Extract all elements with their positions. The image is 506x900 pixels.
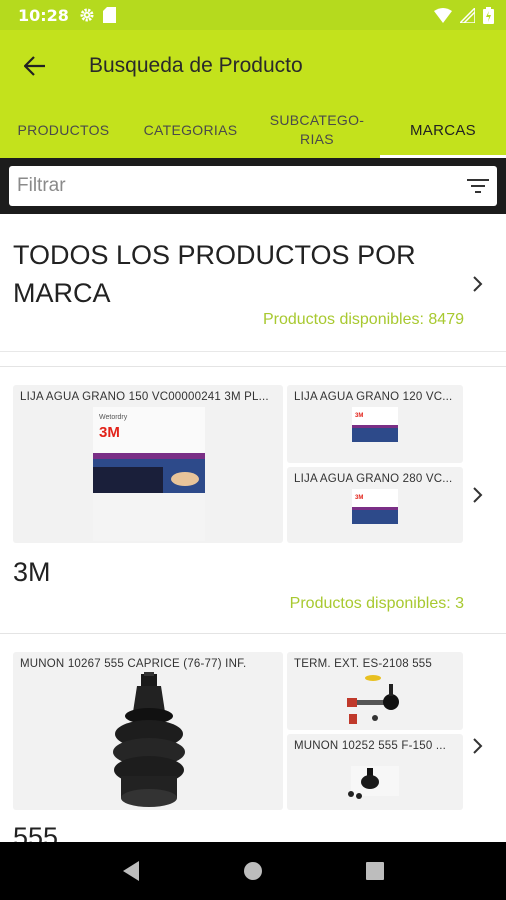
product-image-ball-joint [113, 672, 185, 807]
product-name: MUÑON 10267 555 CAPRICE (76-77) INF. [20, 658, 247, 670]
chevron-right-icon [473, 738, 483, 754]
tab-categorias[interactable]: CATEGORIAS [127, 102, 254, 158]
page-title: Busqueda de Producto [89, 54, 303, 77]
system-nav-bar [0, 842, 506, 900]
gear-icon [80, 8, 94, 22]
battery-icon [483, 6, 494, 24]
nav-home-icon[interactable] [242, 860, 264, 882]
brand-name: 555 [13, 822, 59, 842]
product-image-sandpaper: Wetordry 3M [93, 407, 205, 541]
product-image-tie-rod-end [347, 675, 399, 724]
filter-box [9, 166, 497, 206]
product-tile[interactable]: LIJA AGUA GRANO 150 VC00000241 3M PL... … [13, 385, 283, 543]
back-button[interactable] [0, 30, 70, 102]
chevron-right-icon [473, 487, 483, 503]
wifi-icon [434, 7, 452, 23]
svg-text:3M: 3M [355, 495, 363, 501]
tab-subcategorias[interactable]: SUBCATEGO- RIAS [254, 102, 380, 158]
brand-product-count: Productos disponibles: 3 [289, 595, 464, 612]
app-bar: Busqueda de Producto [0, 30, 506, 102]
product-name: LIJA AGUA GRANO 150 VC00000241 3M PL... [20, 391, 269, 403]
svg-text:3M: 3M [355, 413, 363, 419]
product-tile[interactable]: LIJA AGUA GRANO 280 VC... 3M [287, 467, 463, 543]
product-tile[interactable]: MUÑON 10252 555 F-150 ... [287, 734, 463, 810]
tab-bar: PRODUCTOS CATEGORIAS SUBCATEGO- RIAS MAR… [0, 102, 506, 158]
product-image-sandpaper: 3M [352, 407, 398, 461]
nav-back-icon[interactable] [121, 860, 141, 882]
brand-name: 3M [13, 557, 51, 587]
signal-icon [460, 7, 475, 23]
chevron-right-icon [473, 276, 483, 292]
separator [0, 352, 506, 366]
all-products-heading: TODOS LOS PRODUCTOS POR MARCA [13, 240, 416, 308]
svg-text:Wetordry: Wetordry [99, 414, 128, 421]
product-image-ball-joint [348, 766, 399, 799]
status-time: 10:28 [18, 5, 69, 25]
product-name: LIJA AGUA GRANO 280 VC... [294, 473, 453, 485]
product-tile[interactable]: MUÑON 10267 555 CAPRICE (76-77) INF. [13, 652, 283, 810]
product-name: LIJA AGUA GRANO 120 VC... [294, 391, 453, 403]
nav-recents-icon[interactable] [365, 861, 385, 881]
filter-sort-icon[interactable] [467, 178, 489, 194]
product-image-sandpaper: 3M [352, 489, 398, 541]
product-name: TERM. EXT. ES-2108 555 [294, 658, 432, 670]
brand-list: TODOS LOS PRODUCTOS POR MARCA Productos … [0, 214, 506, 842]
brand-product-grid: LIJA AGUA GRANO 150 VC00000241 3M PL... … [13, 385, 465, 545]
status-bar: 10:28 [0, 0, 506, 30]
arrow-back-icon [24, 56, 45, 76]
tab-marcas[interactable]: MARCAS [380, 102, 506, 158]
all-products-card[interactable]: TODOS LOS PRODUCTOS POR MARCA Productos … [0, 214, 506, 352]
brand-product-grid: MUÑON 10267 555 CAPRICE (76-77) INF. TER… [13, 652, 465, 812]
all-products-count: Productos disponibles: 8479 [262, 311, 464, 328]
product-name: MUÑON 10252 555 F-150 ... [294, 740, 447, 752]
product-tile[interactable]: TERM. EXT. ES-2108 555 [287, 652, 463, 730]
tab-productos[interactable]: PRODUCTOS [0, 102, 127, 158]
svg-text:3M: 3M [99, 424, 120, 441]
brand-card-3m[interactable]: LIJA AGUA GRANO 150 VC00000241 3M PL... … [0, 366, 506, 633]
brand-card-555[interactable]: MUÑON 10267 555 CAPRICE (76-77) INF. TER… [0, 633, 506, 842]
filter-bar [0, 158, 506, 214]
filter-input[interactable] [17, 175, 467, 197]
sd-card-icon [102, 7, 116, 23]
product-tile[interactable]: LIJA AGUA GRANO 120 VC... 3M [287, 385, 463, 463]
